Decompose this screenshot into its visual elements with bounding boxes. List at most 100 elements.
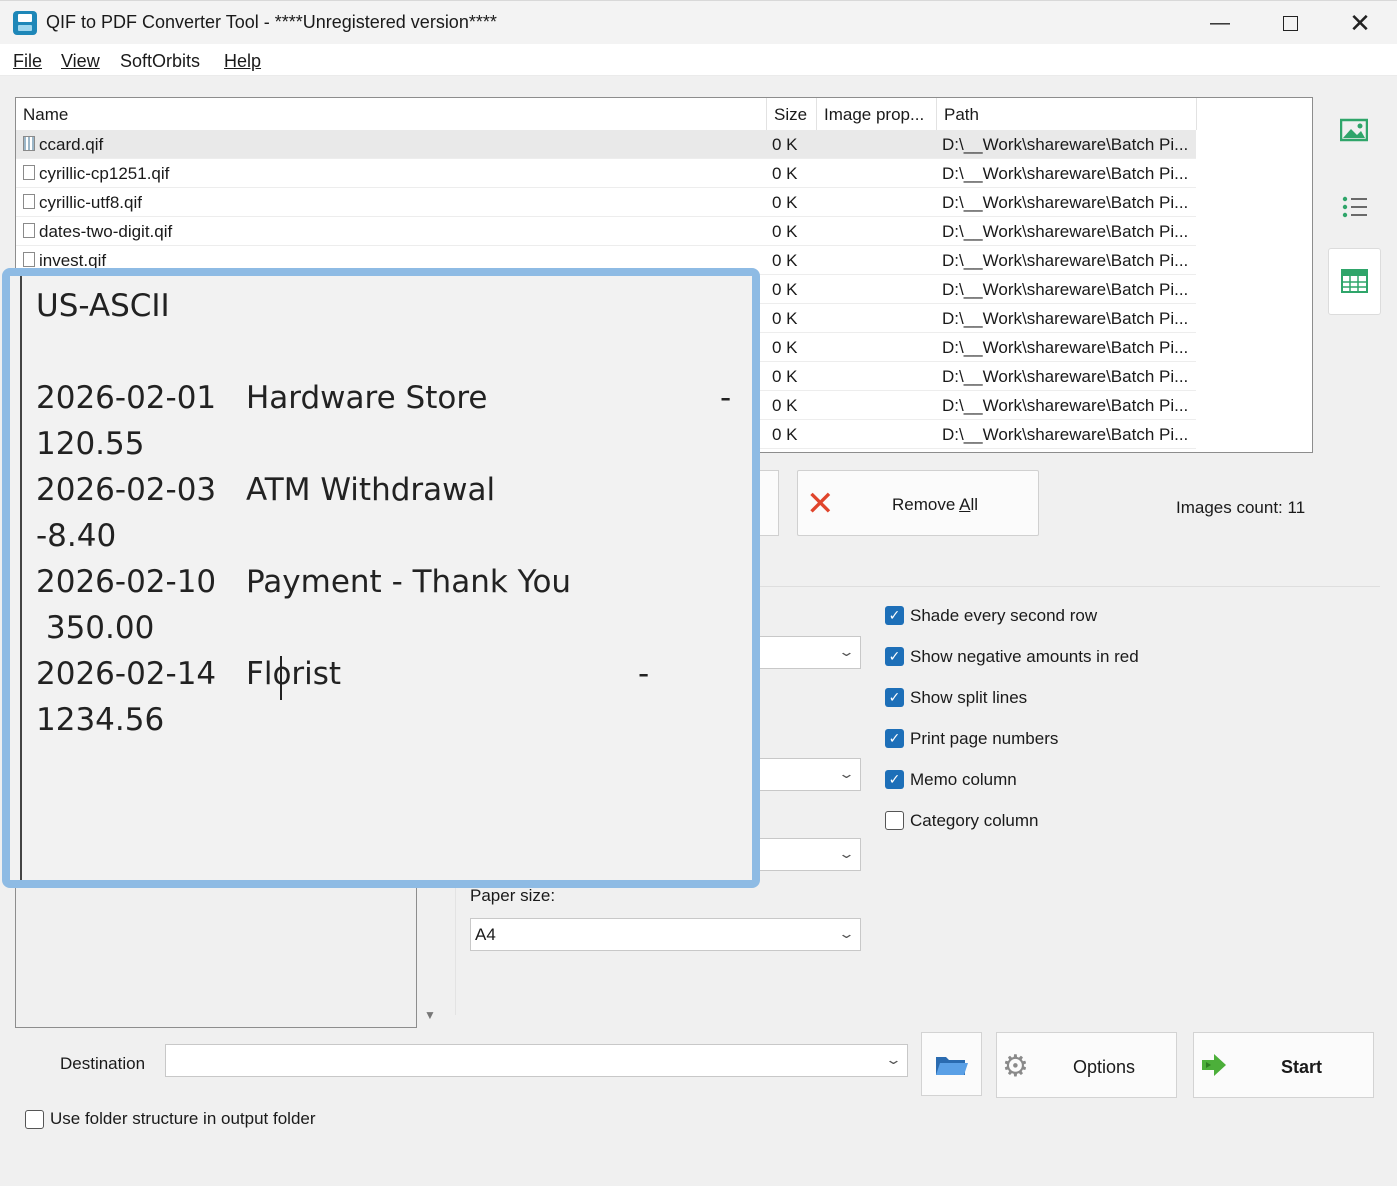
folder-structure-label: Use folder structure in output folder [50,1109,316,1128]
table-row[interactable]: cyrillic-utf8.qif 0 K D:\__Work\shareware\… [16,188,1196,217]
table-row[interactable]: cyrillic-cp1251.qif 0 K D:\__Work\sharewar… [16,159,1196,188]
file-size-cell: 0 K [772,309,798,328]
window-title: QIF to PDF Converter Tool - ****Unregist… [46,12,497,32]
file-size-cell: 0 K [772,222,798,241]
category-column-checkbox[interactable] [885,811,904,830]
folder-open-icon [936,1057,968,1075]
app-icon [13,11,37,35]
file-path-cell: D:\__Work\shareware\Batch Pi... [942,425,1189,444]
preview-date: 2026-02-03 [36,472,217,508]
file-path-cell: D:\__Work\shareware\Batch Pi... [942,338,1189,357]
remove-icon: ✕ [806,485,835,523]
remove-all-button[interactable]: ✕ Remove All [797,470,1039,536]
preview-date: 2026-02-10 [36,564,217,600]
file-icon [23,194,35,209]
category-column-label: Category column [910,811,1039,830]
file-path-cell: D:\__Work\shareware\Batch Pi... [942,396,1189,415]
page-numbers-label: Print page numbers [910,729,1059,748]
close-icon: ✕ [1349,7,1371,38]
file-path-cell: D:\__Work\shareware\Batch Pi... [942,251,1189,270]
menu-view[interactable]: View [61,51,100,72]
preview-date: 2026-02-14 [36,656,217,692]
preview-sign: - [638,656,650,692]
file-path-cell: D:\__Work\shareware\Batch Pi... [942,164,1189,183]
file-size-cell: 0 K [772,396,798,415]
file-path-cell: D:\__Work\shareware\Batch Pi... [942,135,1189,154]
file-size-cell: 0 K [772,338,798,357]
chevron-down-icon: ⌄ [837,846,856,861]
negative-red-label: Show negative amounts in red [910,647,1139,666]
preview-payee: ATM Withdrawal [246,472,496,508]
file-icon [23,252,35,267]
file-size-cell: 0 K [772,193,798,212]
preview-sign: - [720,380,732,416]
paper-size-value: A4 [475,925,496,944]
scroll-down-icon[interactable]: ▼ [424,1008,436,1022]
table-row[interactable]: dates-two-digit.qif 0 K D:\__Work\sharewar… [16,217,1196,246]
file-size-cell: 0 K [772,164,798,183]
table-row[interactable]: ccard.qif 0 K D:\__Work\shareware\Batch Pi… [16,130,1196,159]
gear-icon: ⚙ [1002,1050,1029,1083]
remove-button[interactable] [758,470,779,536]
file-icon [23,136,35,151]
file-size-cell: 0 K [772,280,798,299]
image-view-icon[interactable] [1339,118,1369,142]
remove-all-label: Remove All [892,495,978,514]
close-button[interactable]: ✕ [1325,1,1395,45]
divider [760,586,1380,587]
chevron-down-icon: ⌄ [837,766,856,781]
table-view-button[interactable] [1328,248,1381,315]
file-name-cell: dates-two-digit.qif [39,222,173,241]
settings-list-panel [15,880,417,1028]
chevron-down-icon: ⌄ [884,1052,903,1067]
preview-date: 2026-02-01 [36,380,217,416]
images-count: Images count: 11 [1176,498,1306,517]
text-caret [280,656,282,700]
column-header-size[interactable]: Size [767,98,817,130]
file-path-cell: D:\__Work\shareware\Batch Pi... [942,193,1189,212]
negative-red-checkbox[interactable]: ✓ [885,647,904,666]
options-button[interactable]: ⚙ Options [996,1032,1177,1098]
title-bar: QIF to PDF Converter Tool - ****Unregist… [0,0,1397,44]
memo-column-checkbox[interactable]: ✓ [885,770,904,789]
file-path-cell: D:\__Work\shareware\Batch Pi... [942,222,1189,241]
menu-file[interactable]: File [13,51,42,72]
split-lines-checkbox[interactable]: ✓ [885,688,904,707]
file-size-cell: 0 K [772,135,798,154]
preview-amount: 120.55 [36,426,145,462]
memo-column-label: Memo column [910,770,1017,789]
destination-combo[interactable]: ⌄ [165,1044,908,1077]
file-name-cell: cyrillic-utf8.qif [39,193,142,212]
preview-amount: 1234.56 [36,702,165,738]
file-path-cell: D:\__Work\shareware\Batch Pi... [942,367,1189,386]
menu-softorbits[interactable]: SoftOrbits [120,51,200,72]
file-path-cell: D:\__Work\shareware\Batch Pi... [942,280,1189,299]
destination-label: Destination [60,1054,146,1073]
page-numbers-checkbox[interactable]: ✓ [885,729,904,748]
maximize-icon [1282,15,1298,31]
minimize-button[interactable]: — [1185,1,1255,45]
preview-payee: Hardware Store [246,380,488,416]
file-size-cell: 0 K [772,367,798,386]
chevron-down-icon: ⌄ [837,926,856,941]
preview-encoding: US-ASCII [36,288,170,324]
folder-structure-checkbox[interactable] [25,1110,44,1129]
paper-size-select[interactable]: A4 ⌄ [470,918,861,951]
start-button[interactable]: Start [1193,1032,1374,1098]
chevron-down-icon: ⌄ [837,644,856,659]
preview-amount: -8.40 [36,518,117,554]
file-size-cell: 0 K [772,425,798,444]
shade-rows-checkbox[interactable]: ✓ [885,606,904,625]
menu-help[interactable]: Help [224,51,261,72]
column-header-name[interactable]: Name [16,98,767,130]
file-path-cell: D:\__Work\shareware\Batch Pi... [942,309,1189,328]
maximize-button[interactable] [1255,1,1325,45]
column-header-path[interactable]: Path [937,98,1197,130]
list-view-icon[interactable] [1342,196,1368,218]
column-header-image-properties[interactable]: Image prop... [817,98,937,130]
minimize-icon: — [1210,11,1230,34]
browse-folder-button[interactable] [921,1032,982,1096]
shade-rows-label: Shade every second row [910,606,1098,625]
start-label: Start [1281,1057,1323,1077]
file-name-cell: ccard.qif [39,135,104,154]
